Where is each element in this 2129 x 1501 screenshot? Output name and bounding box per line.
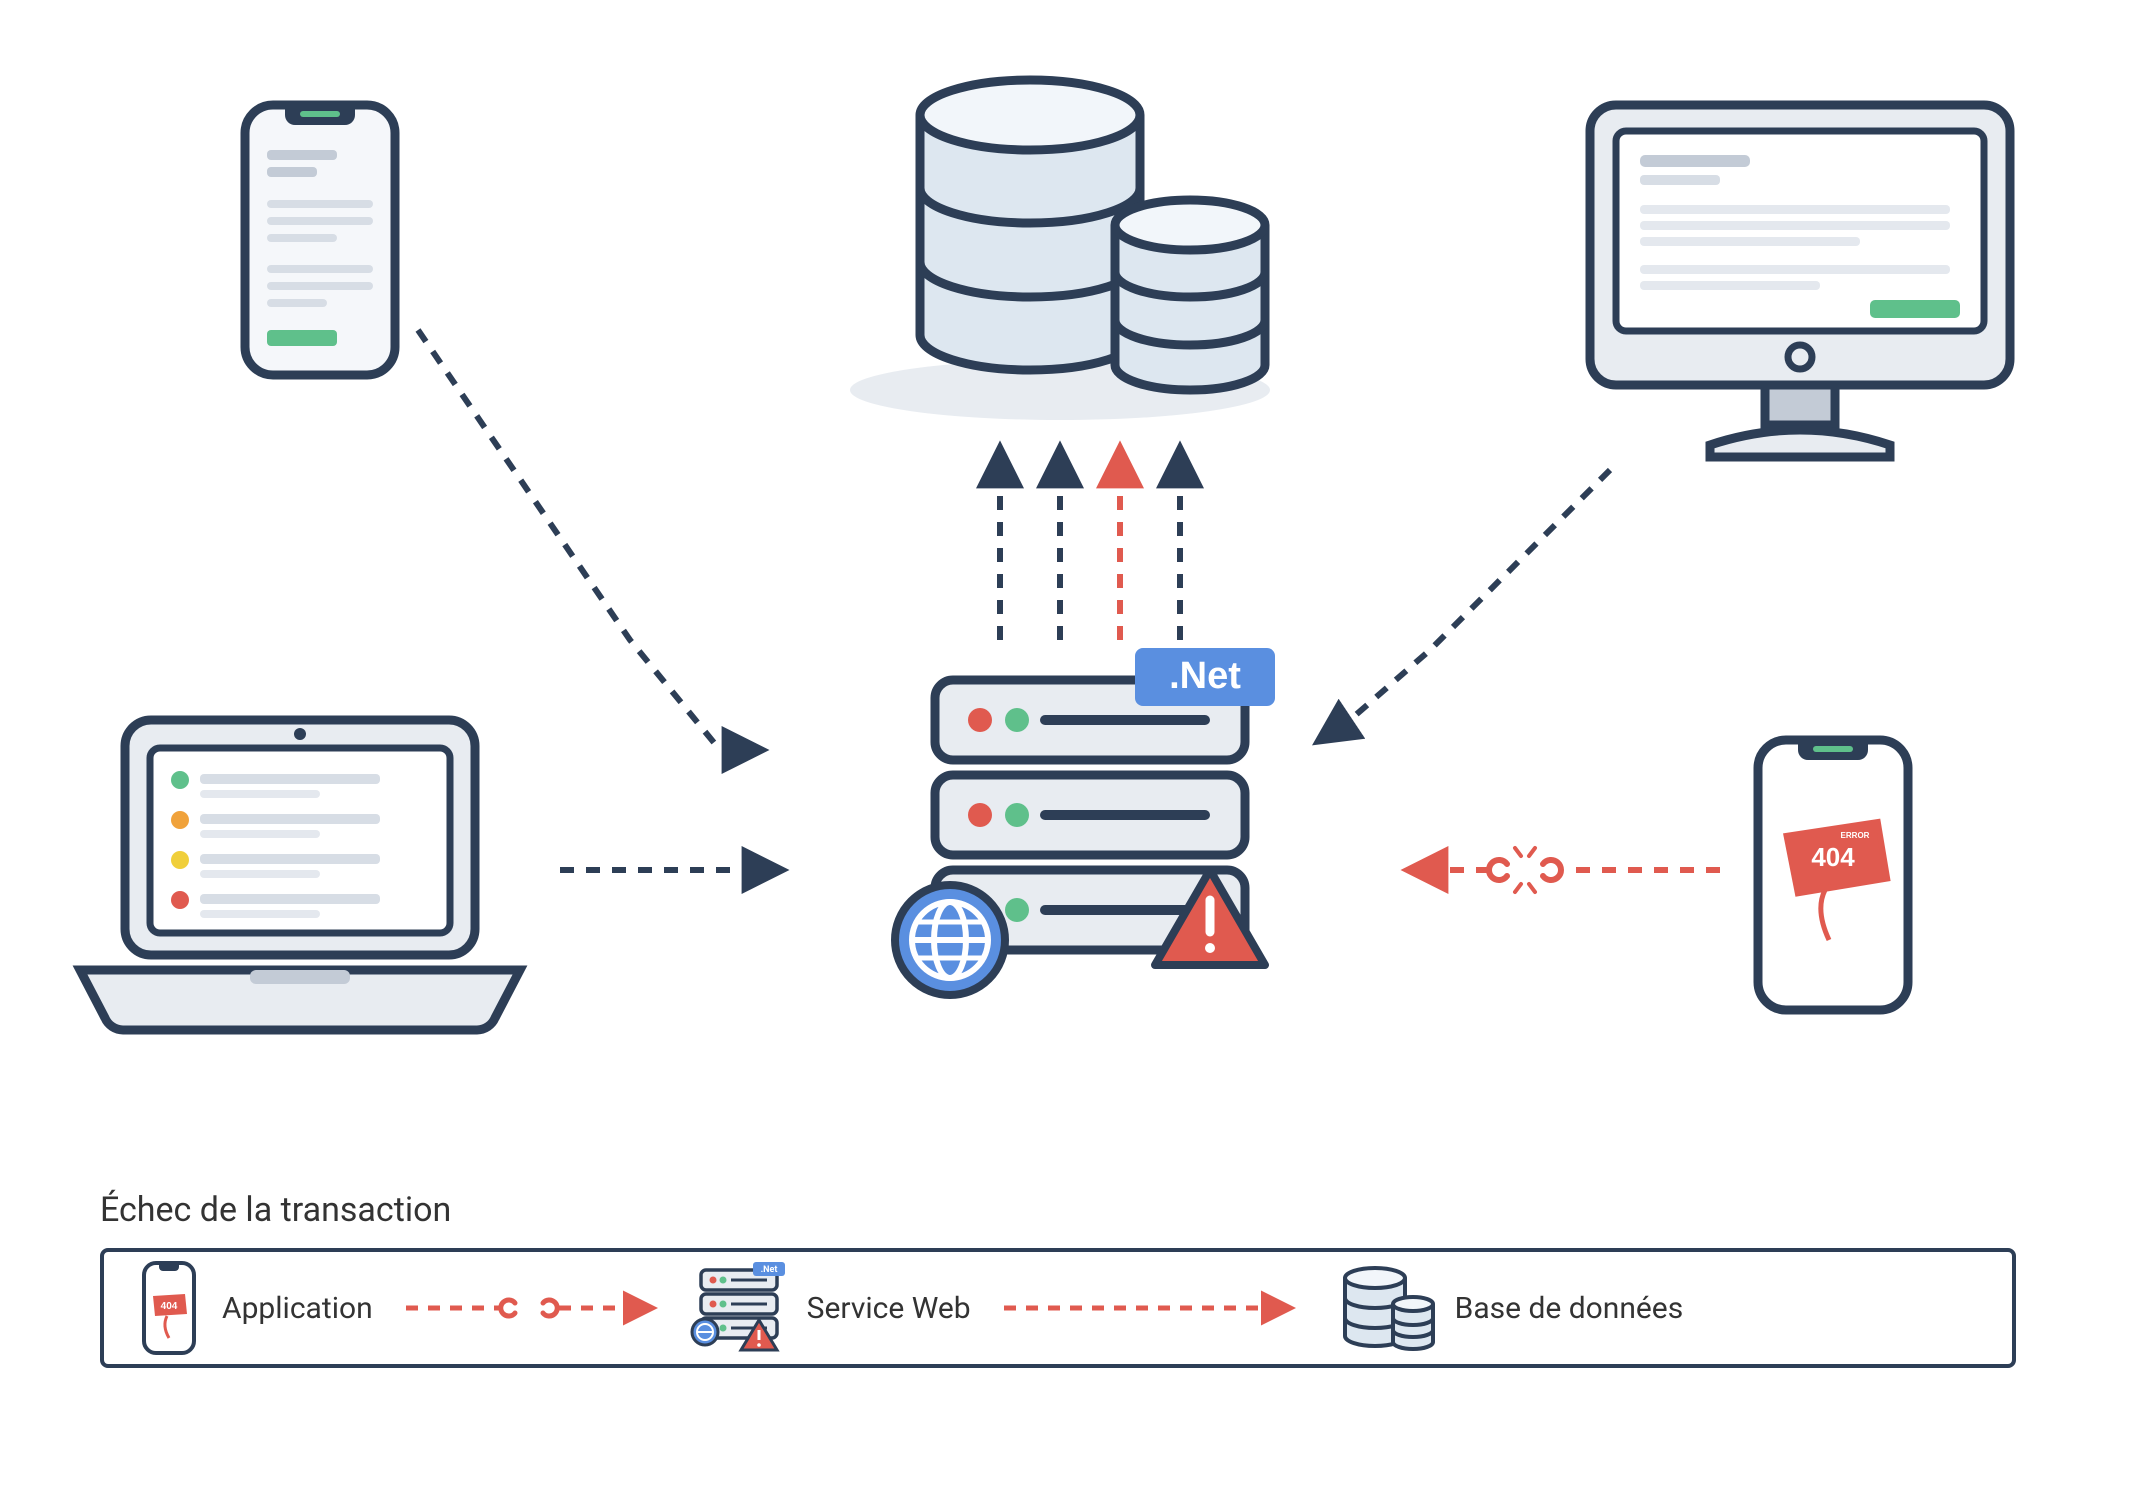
diagram-canvas: .Net	[0, 0, 2129, 1501]
svg-text:.Net: .Net	[760, 1265, 777, 1275]
mobile-error-icon: 404 ERROR	[1758, 740, 1908, 1010]
legend-database-label: Base de données	[1455, 1291, 1684, 1326]
legend-database-icon	[1327, 1258, 1437, 1358]
legend-application-label: Application	[222, 1291, 373, 1326]
laptop-icon	[80, 720, 520, 1030]
svg-text:404: 404	[161, 1301, 178, 1312]
legend-arrow-web-to-db	[999, 1288, 1299, 1328]
globe-icon	[895, 885, 1005, 995]
legend-service-web-icon: .Net	[689, 1258, 789, 1358]
arrows-server-to-db	[1000, 450, 1180, 640]
arrow-phone-to-server	[418, 330, 760, 750]
legend-arrow-app-to-web	[401, 1288, 661, 1328]
error-404-text: 404	[1811, 842, 1855, 872]
dotnet-badge-text: .Net	[1169, 655, 1241, 697]
server-stack-icon: .Net	[895, 648, 1275, 995]
legend-box: 404 Application	[100, 1248, 2016, 1368]
desktop-icon	[1590, 105, 2010, 457]
mobile-success-icon	[245, 105, 395, 375]
database-icon	[850, 80, 1270, 420]
legend-service-web-label: Service Web	[807, 1291, 971, 1326]
legend-title: Échec de la transaction	[100, 1190, 451, 1230]
arrow-error-phone-to-server	[1410, 848, 1720, 892]
arrow-desktop-to-server	[1320, 470, 1610, 740]
error-small-text: ERROR	[1841, 831, 1870, 840]
legend-application-icon: 404	[134, 1258, 204, 1358]
architecture-diagram: .Net	[0, 0, 2129, 1100]
dotnet-badge: .Net	[1135, 648, 1275, 706]
